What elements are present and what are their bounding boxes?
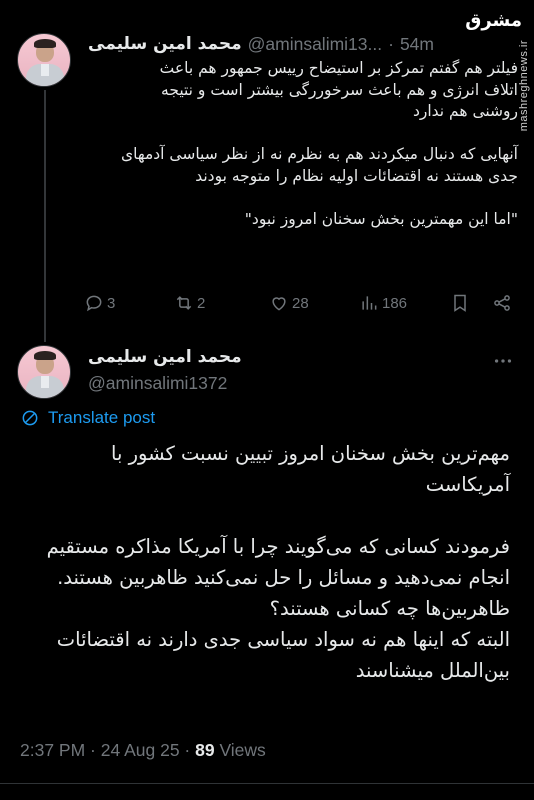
repost-button[interactable]: 2 (174, 293, 205, 313)
reply-button[interactable]: 3 (84, 293, 115, 313)
tweet1-author-handle[interactable]: @aminsalimi13... (248, 34, 382, 55)
tweet2-views-label: Views (214, 740, 266, 760)
tweet1-time[interactable]: 54m (400, 34, 434, 55)
translate-icon (22, 410, 38, 426)
repost-icon (176, 296, 192, 310)
reply-icon (86, 295, 102, 312)
share-icon (494, 295, 510, 311)
translate-label: Translate post (48, 408, 156, 427)
more-dots-icon (494, 359, 512, 363)
more-options-button[interactable] (492, 350, 514, 377)
tweet2-views-count: 89 (195, 740, 215, 760)
like-count: 28 (292, 294, 309, 312)
reply-count: 3 (107, 294, 116, 312)
share-button[interactable] (492, 293, 512, 313)
tweet1-header: محمد امین سلیمی @aminsalimi13... · 54m (88, 33, 434, 55)
tweet1-separator: · (388, 33, 394, 54)
tweet1-author-name[interactable]: محمد امین سلیمی (88, 34, 242, 54)
watermark-site: mashreghnews.ir (518, 40, 530, 132)
avatar[interactable] (17, 345, 71, 399)
bookmark-icon (454, 294, 466, 312)
views-chart-icon (362, 296, 377, 310)
tweet1-text: فیلتر هم گفتم تمرکز بر استیضاح رییس جمهو… (120, 59, 518, 228)
heart-icon (272, 297, 286, 311)
tweet1-action-bar: 3 2 28 186 (84, 290, 520, 316)
bookmark-button[interactable] (450, 293, 470, 313)
divider (0, 783, 534, 784)
views-count: 186 (382, 294, 408, 312)
translate-post-link[interactable]: Translate post (20, 408, 155, 428)
repost-count: 2 (197, 294, 206, 312)
views-button[interactable]: 186 (359, 293, 407, 313)
tweet2-timestamp[interactable]: 2:37 PM · 24 Aug 25 · (20, 740, 195, 760)
tweet2-author-name[interactable]: محمد امین سلیمی (88, 347, 242, 367)
tweet2-meta: 2:37 PM · 24 Aug 25 · 89 Views (20, 740, 266, 761)
tweet2-text: مهم‌ترین بخش سخنان امروز تبیین نسبت کشور… (46, 442, 510, 682)
watermark-logo: مشرق (465, 10, 522, 31)
tweet2-author-handle[interactable]: @aminsalimi1372 (88, 373, 227, 394)
like-button[interactable]: 28 (269, 293, 309, 313)
thread-connector-line (44, 90, 46, 342)
avatar[interactable] (17, 33, 71, 87)
